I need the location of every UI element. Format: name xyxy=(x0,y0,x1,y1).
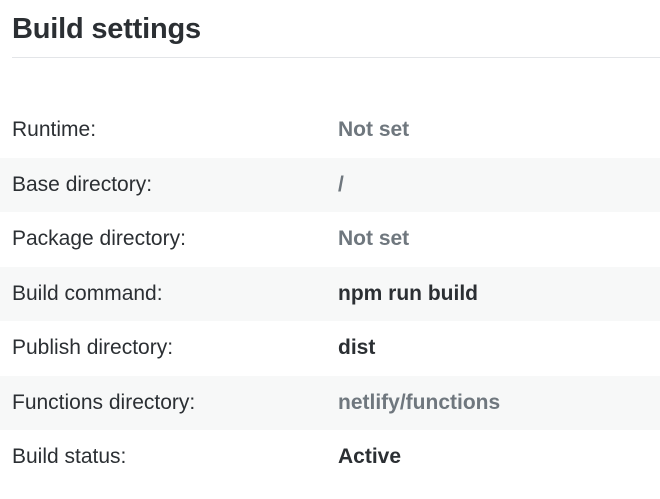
setting-value: Not set xyxy=(338,227,410,250)
setting-row-base-directory: Base directory: / xyxy=(0,157,660,212)
setting-value: netlify/functions xyxy=(338,390,501,414)
setting-value: npm run build xyxy=(338,281,478,305)
setting-row-build-command: Build command: npm run build xyxy=(0,266,660,321)
page-title: Build settings xyxy=(12,13,201,45)
setting-label: Build status: xyxy=(12,445,127,468)
setting-label: Build command: xyxy=(12,281,163,305)
setting-row-functions-directory: Functions directory: netlify/functions xyxy=(0,375,660,430)
setting-row-build-status: Build status: Active xyxy=(0,430,660,485)
setting-value: Not set xyxy=(338,118,410,141)
setting-value: / xyxy=(338,172,344,196)
setting-value: Active xyxy=(338,445,402,468)
setting-row-package-directory: Package directory: Not set xyxy=(0,212,660,267)
setting-label: Base directory: xyxy=(12,172,153,196)
setting-row-runtime: Runtime: Not set xyxy=(0,103,660,158)
setting-label: Runtime: xyxy=(12,118,97,141)
title-divider xyxy=(12,57,660,58)
setting-value: dist xyxy=(338,336,376,359)
setting-label: Package directory: xyxy=(12,227,186,250)
setting-label: Functions directory: xyxy=(12,390,196,414)
setting-row-publish-directory: Publish directory: dist xyxy=(0,321,660,376)
build-settings-list: Runtime: Not set Base directory: / Packa… xyxy=(0,103,660,485)
setting-label: Publish directory: xyxy=(12,336,174,359)
